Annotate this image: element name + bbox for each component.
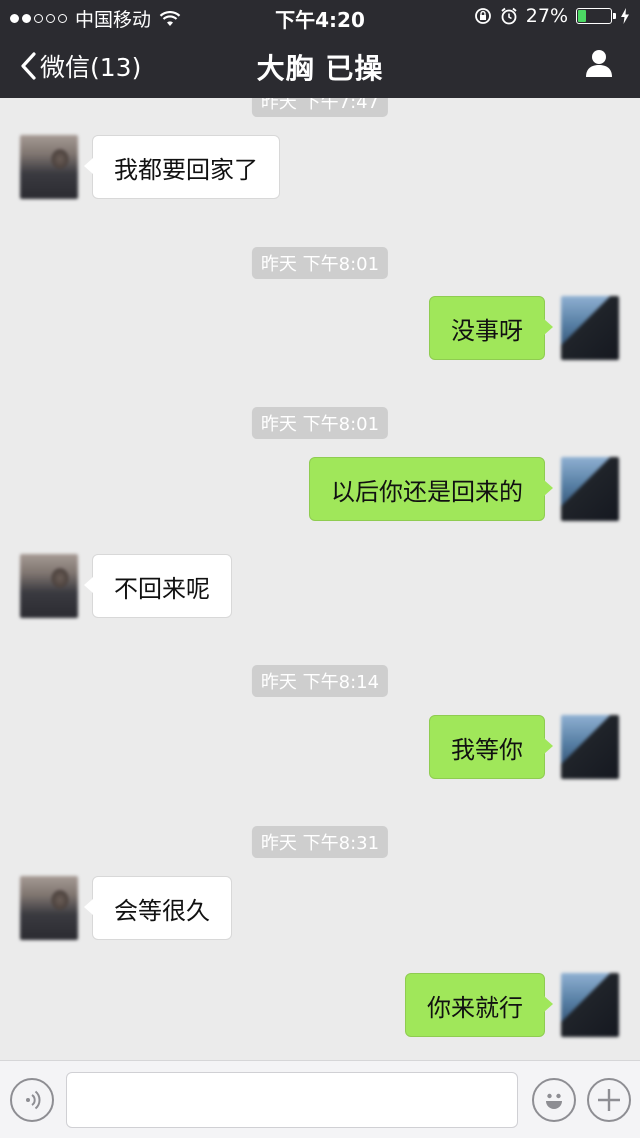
my-avatar[interactable] [561,457,619,521]
voice-icon [26,1090,41,1110]
received-message-bubble[interactable]: 会等很久 [84,876,232,940]
charging-bolt-icon [621,8,629,24]
status-bar: 中国移动 下午4:20 27% [0,0,640,32]
contact-avatar[interactable] [20,554,78,618]
nav-bar: 微信(13) 大胸 已操 [0,32,640,98]
timestamp: 昨天 下午7:47 [251,98,389,117]
sent-message-bubble[interactable]: 我等你 [429,715,553,779]
contact-avatar[interactable] [20,876,78,940]
emoji-icon [546,1093,562,1109]
timestamp: 昨天 下午8:31 [251,826,389,858]
plus-icon [598,1089,620,1111]
timestamp: 昨天 下午8:01 [251,247,389,279]
sent-message-bubble[interactable]: 没事呀 [429,296,553,360]
alarm-icon [501,7,517,25]
timestamp: 昨天 下午8:01 [251,407,389,439]
message-input[interactable] [66,1072,518,1128]
status-right: 27% [474,5,630,27]
contact-avatar[interactable] [20,135,78,199]
more-button[interactable] [587,1078,631,1122]
sent-message-bubble[interactable]: 你来就行 [405,973,553,1037]
voice-button[interactable] [10,1078,54,1122]
person-icon [586,50,612,77]
my-avatar[interactable] [561,973,619,1037]
message-list[interactable]: 昨天 下午7:47 我都要回家了 昨天 下午8:01 没事呀 昨天 下午8:01… [0,98,640,1060]
received-message-bubble[interactable]: 我都要回家了 [84,135,280,199]
battery-icon [576,8,616,24]
battery-level [578,10,586,22]
top-bar: 中国移动 下午4:20 27% 微信(13) 大胸 已操 [0,0,640,98]
my-avatar[interactable] [561,715,619,779]
emoji-button[interactable] [532,1078,576,1122]
timestamp: 昨天 下午8:14 [251,665,389,697]
battery-percent: 27% [525,5,568,27]
sent-message-bubble[interactable]: 以后你还是回来的 [309,457,553,521]
chat-title: 大胸 已操 [256,52,384,85]
my-avatar[interactable] [561,296,619,360]
input-bar [0,1060,640,1138]
rotation-lock-icon [474,8,491,24]
profile-button[interactable] [584,48,614,82]
received-message-bubble[interactable]: 不回来呢 [84,554,232,618]
